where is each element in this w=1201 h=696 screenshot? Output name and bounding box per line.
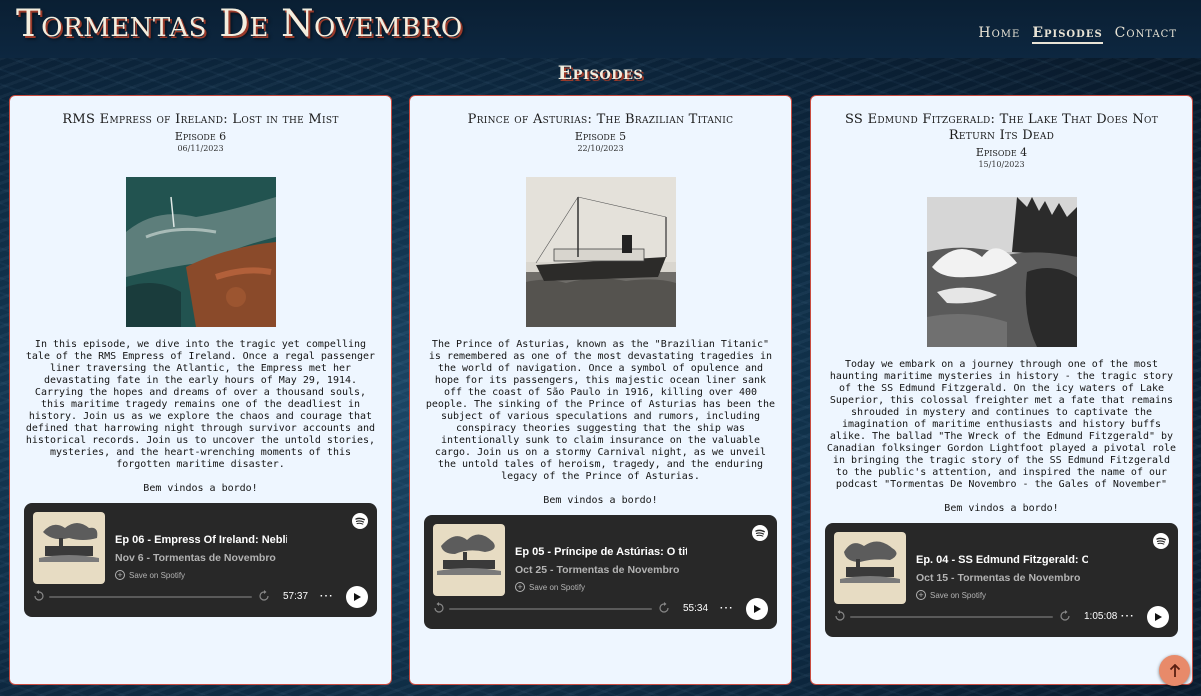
play-icon: [754, 605, 761, 613]
plus-icon: +: [115, 570, 125, 580]
site-title[interactable]: Tormentas De Novembro: [16, 2, 463, 45]
episode-description: The Prince of Asturias, known as the "Br…: [425, 339, 776, 482]
skip-forward-15-icon[interactable]: [658, 602, 670, 614]
nav-contact[interactable]: Contact: [1115, 25, 1177, 44]
episode-number: Episode 4: [975, 146, 1028, 159]
player-episode-title[interactable]: Ep 05 - Príncipe de Astúrias: O titanic …: [515, 546, 687, 558]
skip-back-15-icon[interactable]: [33, 590, 45, 602]
skip-forward-15-icon[interactable]: [1059, 610, 1071, 622]
skip-back-15-icon[interactable]: [433, 602, 445, 614]
spotify-embed: Ep 05 - Príncipe de Astúrias: O titanic …: [424, 515, 777, 629]
duration: 57:37: [283, 591, 309, 602]
episode-description: Today we embark on a journey through one…: [826, 359, 1177, 490]
spotify-icon[interactable]: [1153, 533, 1169, 549]
spotify-embed: Ep. 04 - SS Edmund Fitzgerald: O fim trá…: [825, 523, 1178, 637]
episode-date: 15/10/2023: [978, 160, 1025, 169]
player-episode-title[interactable]: Ep 06 - Empress Of Ireland: Neblina e de…: [115, 534, 287, 546]
save-label: Save on Spotify: [529, 582, 586, 592]
player-meta: Oct 15 - Tormentas de Novembro: [916, 572, 1081, 584]
progress-bar[interactable]: [850, 616, 1053, 618]
episode-image-ship: [525, 177, 676, 327]
episode-number: Episode 5: [574, 130, 627, 143]
section-heading: Episodes: [557, 62, 644, 84]
spotify-icon[interactable]: [752, 525, 768, 541]
nav-home[interactable]: Home: [978, 25, 1020, 44]
scroll-to-top-button[interactable]: [1159, 655, 1190, 686]
welcome-text: Bem vindos a bordo!: [143, 483, 258, 494]
more-options-icon[interactable]: ⋯: [719, 599, 734, 616]
episode-date: 22/10/2023: [577, 144, 624, 153]
player-meta: Oct 25 - Tormentas de Novembro: [515, 564, 680, 576]
save-on-spotify-button[interactable]: + Save on Spotify: [515, 582, 585, 592]
player-date: Nov 6: [115, 552, 144, 564]
player-show[interactable]: Tormentas de Novembro: [153, 552, 276, 564]
save-on-spotify-button[interactable]: + Save on Spotify: [916, 590, 986, 600]
episode-description: In this episode, we dive into the tragic…: [25, 339, 376, 470]
podcast-cover: [834, 532, 906, 604]
progress-bar[interactable]: [49, 596, 252, 598]
player-meta: Nov 6 - Tormentas de Novembro: [115, 552, 276, 564]
play-button[interactable]: [346, 586, 368, 608]
progress-bar[interactable]: [449, 608, 652, 610]
episode-card: SS Edmund Fitzgerald: The Lake That Does…: [810, 95, 1193, 685]
player-episode-title[interactable]: Ep. 04 - SS Edmund Fitzgerald: O fim trá…: [916, 554, 1088, 566]
play-icon: [354, 593, 361, 601]
episode-card: Prince of Asturias: The Brazilian Titani…: [409, 95, 792, 685]
duration: 1:05:08: [1084, 611, 1118, 622]
player-controls: 57:37 ⋯: [33, 586, 368, 608]
plus-icon: +: [515, 582, 525, 592]
plus-icon: +: [916, 590, 926, 600]
play-icon: [1155, 613, 1162, 621]
episode-title: RMS Empress of Ireland: Lost in the Mist: [62, 112, 339, 127]
save-label: Save on Spotify: [930, 590, 987, 600]
welcome-text: Bem vindos a bordo!: [543, 495, 658, 506]
duration: 55:34: [683, 603, 709, 614]
main-nav: Home Episodes Contact: [978, 25, 1177, 44]
podcast-cover: [33, 512, 105, 584]
player-show[interactable]: Tormentas de Novembro: [556, 564, 679, 576]
episode-title: Prince of Asturias: The Brazilian Titani…: [467, 112, 734, 127]
more-options-icon[interactable]: ⋯: [1120, 607, 1135, 624]
episode-number: Episode 6: [174, 130, 227, 143]
skip-back-15-icon[interactable]: [834, 610, 846, 622]
podcast-cover: [433, 524, 505, 596]
player-date: Oct 15: [916, 572, 949, 584]
welcome-text: Bem vindos a bordo!: [944, 503, 1059, 514]
play-button[interactable]: [1147, 606, 1169, 628]
episode-card: RMS Empress of Ireland: Lost in the Mist…: [9, 95, 392, 685]
player-show[interactable]: Tormentas de Novembro: [957, 572, 1080, 584]
nav-episodes[interactable]: Episodes: [1032, 25, 1103, 44]
episode-image-wreck: [125, 177, 276, 327]
episode-image-storm: [926, 197, 1077, 347]
episode-date: 06/11/2023: [177, 144, 224, 153]
save-label: Save on Spotify: [129, 570, 186, 580]
spotify-embed: Ep 06 - Empress Of Ireland: Neblina e de…: [24, 503, 377, 617]
more-options-icon[interactable]: ⋯: [319, 587, 334, 604]
spotify-icon[interactable]: [352, 513, 368, 529]
site-header: Tormentas De Novembro Home Episodes Cont…: [0, 0, 1201, 58]
skip-forward-15-icon[interactable]: [258, 590, 270, 602]
save-on-spotify-button[interactable]: + Save on Spotify: [115, 570, 185, 580]
episode-title: SS Edmund Fitzgerald: The Lake That Does…: [844, 112, 1159, 143]
play-button[interactable]: [746, 598, 768, 620]
player-controls: 55:34 ⋯: [433, 598, 768, 620]
player-controls: 1:05:08 ⋯: [834, 606, 1169, 628]
player-date: Oct 25: [515, 564, 548, 576]
arrow-up-icon: [1169, 663, 1180, 677]
